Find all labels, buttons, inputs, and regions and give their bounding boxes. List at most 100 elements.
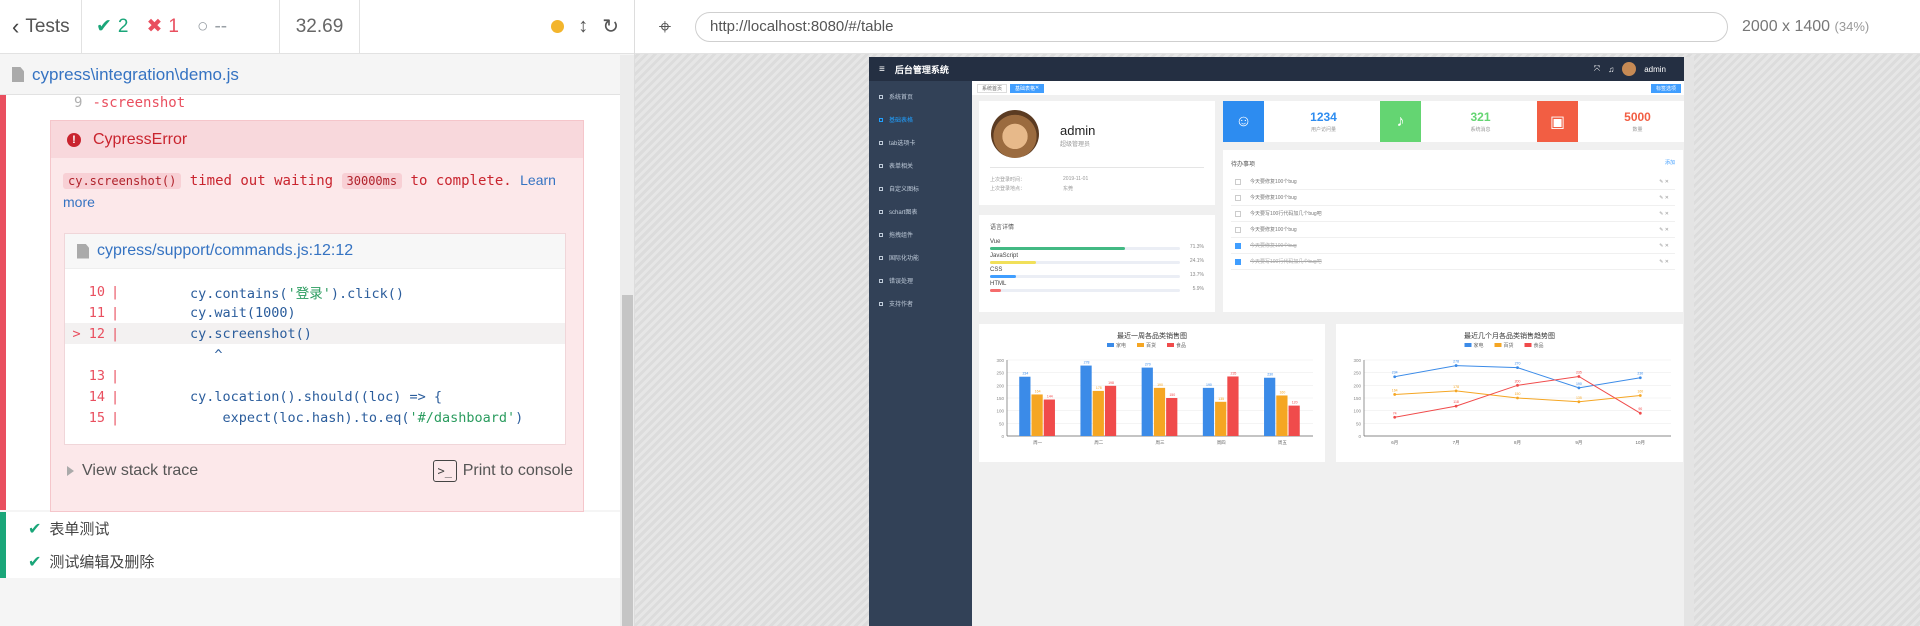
data-label: 235 bbox=[1576, 370, 1582, 374]
reporter-controls: ↕ ↻ bbox=[360, 0, 634, 54]
y-tick-label: 50 bbox=[999, 421, 1005, 426]
error-code-command: cy.screenshot() bbox=[63, 173, 182, 189]
last-place-value: 东莞 bbox=[1063, 186, 1074, 192]
code-line: 10 | cy.contains('登录').click() bbox=[65, 281, 565, 302]
data-label: 118 bbox=[1453, 400, 1459, 404]
reporter-scrollbar[interactable] bbox=[620, 55, 634, 626]
line-code: cy.location().should((loc) => { bbox=[125, 388, 442, 405]
todo-actions[interactable]: ✎ ✕ bbox=[1659, 211, 1669, 217]
data-label: 230 bbox=[1637, 372, 1643, 376]
data-point bbox=[1454, 389, 1458, 393]
sidebar-item[interactable]: 自定义图标 bbox=[869, 177, 972, 200]
y-tick-label: 50 bbox=[1356, 421, 1362, 426]
scrollbar-thumb[interactable] bbox=[622, 295, 633, 626]
todo-checkbox[interactable] bbox=[1235, 242, 1241, 249]
spec-path[interactable]: cypress\integration\demo.js bbox=[32, 65, 239, 85]
todo-add-button[interactable]: 添加 bbox=[1665, 159, 1675, 166]
sidebar-item[interactable]: 系统首页 bbox=[869, 85, 972, 108]
print-to-console-button[interactable]: >_ Print to console bbox=[432, 460, 573, 482]
aut-scrollbar[interactable] bbox=[1684, 57, 1694, 626]
data-label: 198 bbox=[1108, 381, 1114, 385]
data-label: 270 bbox=[1515, 362, 1521, 366]
sidebar-item-label: 自定义图标 bbox=[889, 187, 920, 193]
tag-home[interactable]: 系统首页 bbox=[977, 83, 1008, 93]
user-dropdown[interactable]: admin bbox=[1644, 65, 1666, 74]
menu-icon bbox=[879, 140, 883, 145]
learn-more-link[interactable]: Learn bbox=[520, 172, 556, 188]
todo-text: 今天要修复100个bug bbox=[1250, 243, 1297, 249]
data-point bbox=[1393, 415, 1397, 419]
passed-stat: ✔ 2 bbox=[96, 15, 129, 38]
test-item[interactable]: ✔ 表单测试 bbox=[0, 512, 620, 545]
sidebar-item[interactable]: tab选项卡 bbox=[869, 131, 972, 154]
view-stack-trace-button[interactable]: View stack trace bbox=[67, 462, 198, 480]
todo-actions[interactable]: ✎ ✕ bbox=[1659, 243, 1669, 249]
bar bbox=[1141, 367, 1153, 436]
menu-icon bbox=[879, 163, 883, 168]
todo-item: 今天要写100行代码加几个bug吧 ✎ ✕ bbox=[1231, 206, 1675, 222]
line-bar: | bbox=[111, 388, 120, 405]
todo-checkbox[interactable] bbox=[1235, 210, 1241, 217]
data-label: 200 bbox=[1515, 379, 1521, 383]
learn-more-link-cont[interactable]: more bbox=[63, 194, 95, 210]
sidebar-item[interactable]: schart图表 bbox=[869, 200, 972, 223]
chart-title: 最近一周各品类销售图 bbox=[1117, 331, 1187, 340]
menu-icon bbox=[879, 117, 883, 122]
selector-playground-icon[interactable]: ⌖ bbox=[635, 14, 695, 40]
fullscreen-icon[interactable]: ⤧ bbox=[1594, 64, 1600, 74]
sidebar-item[interactable]: 基础表格 bbox=[869, 108, 972, 131]
todo-actions[interactable]: ✎ ✕ bbox=[1659, 227, 1669, 233]
data-label: 190 bbox=[1157, 383, 1163, 387]
language-card-title: 语言详情 bbox=[990, 225, 1015, 231]
legend-label: 家电 bbox=[1474, 342, 1484, 349]
bell-icon[interactable]: ♫ bbox=[1608, 65, 1614, 74]
line-code: expect(loc.hash).to.eq('#/dashboard') bbox=[125, 409, 524, 426]
data-label: 278 bbox=[1453, 360, 1459, 364]
todo-checkbox[interactable] bbox=[1235, 194, 1241, 201]
language-name: JavaScript bbox=[990, 253, 1019, 259]
auto-scroll-icon[interactable]: ↕ bbox=[578, 15, 588, 38]
data-point bbox=[1577, 375, 1581, 378]
code-string: '登录' bbox=[287, 285, 331, 302]
code-seg: expect(loc.hash).to.eq( bbox=[125, 409, 410, 426]
viewport-info[interactable]: 2000 x 1400 (34%) bbox=[1742, 18, 1869, 36]
code-file-link[interactable]: cypress/support/commands.js:12:12 bbox=[65, 234, 565, 269]
divider bbox=[990, 167, 1204, 168]
todo-checkbox[interactable] bbox=[1235, 258, 1241, 265]
y-tick-label: 0 bbox=[1001, 434, 1004, 439]
sidebar-item[interactable]: 国际化功能 bbox=[869, 246, 972, 269]
x-tick-label: 周二 bbox=[1094, 440, 1103, 446]
tag-table[interactable]: 基础表格 ✕ bbox=[1010, 83, 1045, 93]
command-line[interactable]: 9 -screenshot bbox=[74, 95, 185, 111]
sidebar-item[interactable]: 错误处理 bbox=[869, 269, 972, 292]
admin-header: ≡ 后台管理系统 ⤧ ♫ admin bbox=[869, 57, 1684, 81]
test-stats: ✔ 2 ✖ 1 ○ -- bbox=[82, 0, 280, 54]
avatar[interactable] bbox=[1622, 62, 1637, 76]
todo-actions[interactable]: ✎ ✕ bbox=[1659, 179, 1669, 185]
data-label: 135 bbox=[1576, 396, 1582, 400]
failed-test-block: 9 -screenshot ! CypressError cy.screensho… bbox=[0, 95, 620, 512]
url-field[interactable]: http://localhost:8080/#/table bbox=[695, 11, 1728, 42]
sidebar-item[interactable]: 表单相关 bbox=[869, 154, 972, 177]
menu-toggle-icon[interactable]: ≡ bbox=[879, 64, 885, 75]
data-label: 234 bbox=[1022, 372, 1028, 376]
todo-actions[interactable]: ✎ ✕ bbox=[1659, 259, 1669, 265]
x-icon: ✖ bbox=[146, 16, 163, 37]
restart-icon[interactable]: ↻ bbox=[602, 14, 619, 39]
bar bbox=[1202, 387, 1215, 436]
tag-options-button[interactable]: 标签选项 bbox=[1650, 83, 1681, 93]
sidebar-item-label: 表单相关 bbox=[889, 164, 914, 170]
view-stack-label: View stack trace bbox=[82, 462, 199, 479]
line-code: cy.wait(1000) bbox=[125, 304, 296, 321]
language-name: CSS bbox=[990, 267, 1003, 273]
sidebar-item[interactable]: 拖拽组件 bbox=[869, 223, 972, 246]
sidebar-item[interactable]: 支持作者 bbox=[869, 292, 972, 315]
todo-actions[interactable]: ✎ ✕ bbox=[1659, 195, 1669, 201]
stat-number: 5000 bbox=[1624, 110, 1651, 124]
test-item[interactable]: ✔ 测试编辑及删除 bbox=[0, 545, 620, 578]
todo-checkbox[interactable] bbox=[1235, 226, 1241, 233]
todo-checkbox[interactable] bbox=[1235, 178, 1241, 185]
code-line: 15 | expect(loc.hash).to.eq('#/dashboard'… bbox=[65, 407, 565, 428]
command-text: -screenshot bbox=[92, 95, 186, 111]
tests-button[interactable]: ‹ Tests bbox=[0, 0, 82, 54]
